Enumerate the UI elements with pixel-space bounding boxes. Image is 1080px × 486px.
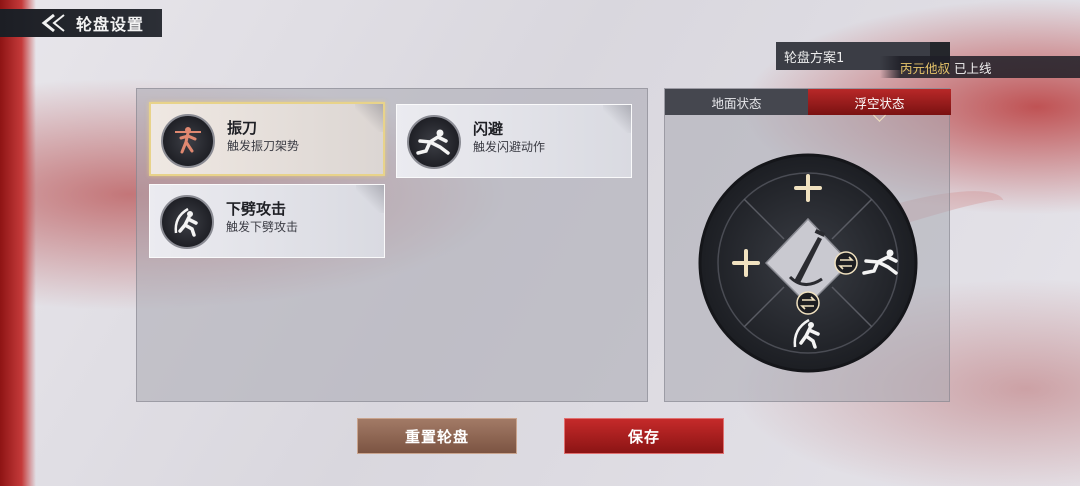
skill-card-dodge[interactable]: 闪避 触发闪避动作 bbox=[396, 104, 632, 178]
card-corner-decoration bbox=[356, 185, 384, 213]
skill-description: 触发振刀架势 bbox=[227, 139, 300, 153]
dash-dodge-icon bbox=[416, 129, 450, 155]
page-header: 轮盘设置 bbox=[0, 9, 162, 37]
card-corner-decoration bbox=[603, 105, 631, 133]
skill-name: 振刀 bbox=[227, 119, 258, 137]
swap-icon bbox=[796, 291, 820, 315]
save-button[interactable]: 保存 bbox=[564, 418, 724, 454]
notification-message: 已上线 bbox=[954, 60, 992, 76]
wheel-preview-panel: 地面状态 浮空状态 bbox=[664, 88, 951, 402]
skill-description: 触发下劈攻击 bbox=[226, 220, 299, 234]
notification-player-name: 丙元他叔 bbox=[900, 60, 951, 76]
skill-list-panel: 振刀 触发振刀架势 闪避 触发闪避动作 下劈攻击 触发下劈攻击 bbox=[136, 88, 648, 402]
skill-description: 触发闪避动作 bbox=[473, 140, 546, 154]
page-title: 轮盘设置 bbox=[76, 15, 145, 34]
state-tabs: 地面状态 浮空状态 bbox=[665, 89, 951, 115]
skill-name: 下劈攻击 bbox=[226, 200, 287, 218]
wheel-scheme-label: 轮盘方案1 bbox=[784, 50, 845, 66]
skill-icon-frame bbox=[160, 195, 214, 249]
background-decoration-left bbox=[0, 0, 36, 486]
tab-ground-state[interactable]: 地面状态 bbox=[665, 89, 808, 115]
skill-icon-frame bbox=[407, 115, 461, 169]
swap-icon bbox=[834, 251, 858, 275]
skill-icon-frame bbox=[161, 114, 215, 168]
skill-name: 闪避 bbox=[473, 120, 504, 138]
skill-card-downward-slash[interactable]: 下劈攻击 触发下劈攻击 bbox=[149, 184, 385, 258]
back-arrow-icon[interactable] bbox=[40, 13, 68, 33]
skill-wheel bbox=[698, 153, 918, 373]
online-notification: 丙元他叔 已上线 bbox=[880, 56, 1080, 78]
downward-slash-icon bbox=[174, 207, 198, 237]
skill-card-parry[interactable]: 振刀 触发振刀架势 bbox=[149, 102, 385, 176]
card-corner-decoration bbox=[355, 104, 383, 132]
parry-stance-icon bbox=[175, 127, 201, 154]
tab-airborne-state[interactable]: 浮空状态 bbox=[808, 89, 951, 115]
reset-wheel-button[interactable]: 重置轮盘 bbox=[357, 418, 517, 454]
